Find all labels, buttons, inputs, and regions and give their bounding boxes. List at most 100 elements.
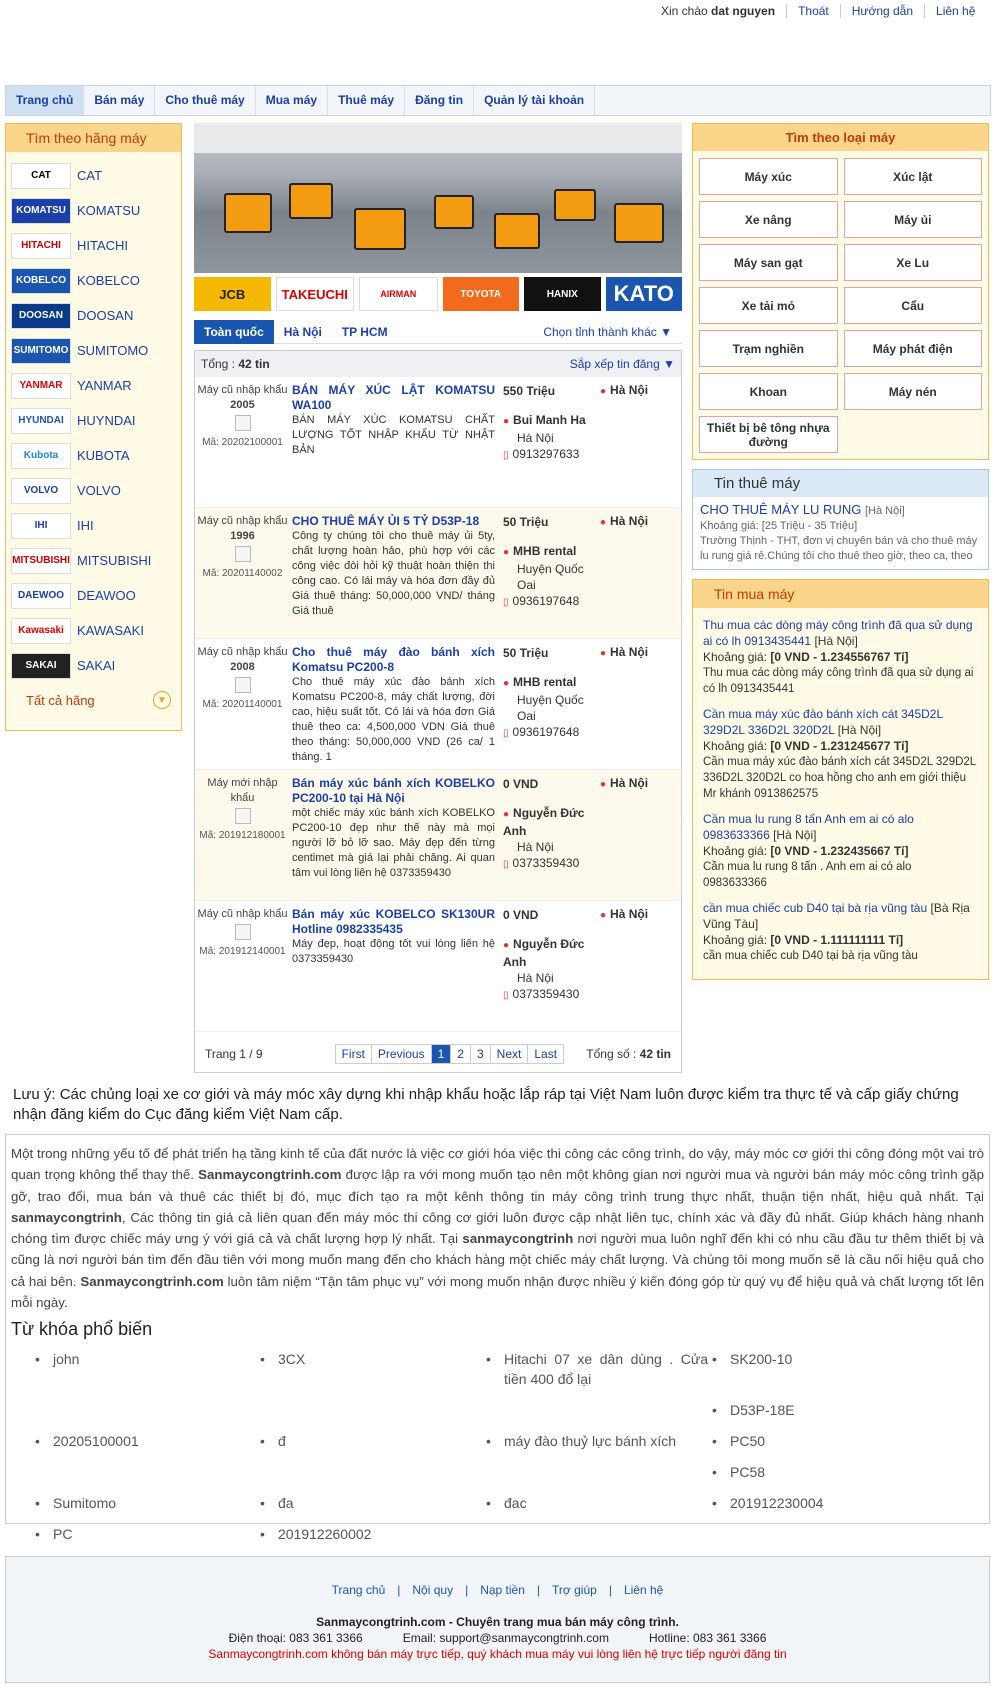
buy-item-link[interactable]: Cần mua máy xúc đào bánh xích cát 345D2L… — [703, 707, 943, 737]
footer-link[interactable]: Liên hệ — [624, 1583, 663, 1597]
city-select[interactable]: Chọn tỉnh thành khác ▼ — [533, 320, 682, 344]
total-summary: Tổng số : 42 tin — [586, 1047, 671, 1061]
footer-link[interactable]: Nạp tiền — [480, 1583, 525, 1597]
toyota-logo[interactable]: TOYOTA — [442, 277, 519, 311]
brand-item-hitachi[interactable]: HITACHI HITACHI — [6, 228, 181, 263]
brand-item-kubota[interactable]: Kubota KUBOTA — [6, 438, 181, 473]
keyword-item[interactable]: 20205100001 — [31, 1427, 256, 1458]
nav-rent[interactable]: Thuê máy — [328, 86, 406, 115]
seller-name-row: ● Bui Manh Ha — [503, 412, 600, 430]
keyword-item[interactable]: PC — [31, 1520, 256, 1551]
brand-item-doosan[interactable]: DOOSAN DOOSAN — [6, 298, 181, 333]
logout-link[interactable]: Thoát — [786, 4, 840, 18]
type-button[interactable]: Xe nâng — [699, 201, 838, 238]
type-button[interactable]: Xúc lật — [843, 158, 982, 195]
sort-select[interactable]: Sắp xếp tin đăng ▼ — [570, 357, 675, 371]
brand-item-huyndai[interactable]: HYUNDAI HUYNDAI — [6, 403, 181, 438]
keyword-item[interactable]: Sumitomo — [31, 1489, 256, 1520]
first-page-button[interactable]: First — [336, 1045, 372, 1063]
footer-link[interactable]: Trợ giúp — [552, 1583, 597, 1597]
about-section: Một trong những yếu tố để phát triển hạ … — [5, 1134, 990, 1544]
type-button[interactable]: Cẩu — [843, 287, 982, 324]
type-button[interactable]: Xe tải mỏ — [699, 287, 838, 324]
type-button[interactable]: Trạm nghiền — [699, 330, 838, 367]
listing-body: CHO THUÊ MÁY ỦI 5 TỶ D53P-18 Công ty chún… — [290, 514, 495, 638]
brand-item-mitsubishi[interactable]: MITSUBISHI MITSUBISHI — [6, 543, 181, 578]
rent-item-link[interactable]: CHO THUÊ MÁY LU RUNG — [700, 502, 861, 517]
brand-item-komatsu[interactable]: KOMATSU KOMATSU — [6, 193, 181, 228]
buy-item-link[interactable]: cần mua chiếc cub D40 tại bà rịa vũng tà… — [703, 901, 927, 915]
hanix-logo[interactable]: HANIX — [524, 277, 601, 311]
takeuchi-logo[interactable]: TAKEUCHI — [275, 277, 354, 311]
brand-item-volvo[interactable]: VOLVO VOLVO — [6, 473, 181, 508]
keyword-item[interactable]: PC50 — [708, 1427, 934, 1458]
brand-item-sakai[interactable]: SAKAI SAKAI — [6, 648, 181, 683]
listing-thumbnail[interactable] — [234, 546, 251, 562]
keyword-item[interactable]: D53P-18E — [708, 1396, 934, 1427]
brand-item-kawasaki[interactable]: Kawasaki KAWASAKI — [6, 613, 181, 648]
keyword-item[interactable]: Hitachi 07 xe dân dùng . Cửa tiền 400 đổ… — [482, 1345, 708, 1396]
guide-link[interactable]: Hướng dẫn — [839, 4, 924, 18]
listing-thumbnail[interactable] — [234, 808, 251, 824]
brand-item-ihi[interactable]: IHI IHI — [6, 508, 181, 543]
page-3-button[interactable]: 3 — [471, 1045, 491, 1063]
listing-thumbnail[interactable] — [234, 677, 251, 693]
listing-title-link[interactable]: BÁN MÁY XÚC LẬT KOMATSU WA100 — [292, 383, 495, 413]
type-button[interactable]: Máy phát điện — [843, 330, 982, 367]
keyword-item[interactable]: 201912260002 — [256, 1520, 482, 1551]
page-1-button[interactable]: 1 — [431, 1045, 452, 1063]
contact-link[interactable]: Liên hệ — [924, 4, 986, 18]
type-button[interactable]: Thiết bị bê tông nhựa đường — [699, 416, 838, 453]
nav-home[interactable]: Trang chủ — [6, 86, 85, 115]
type-button[interactable]: Khoan — [699, 373, 838, 410]
tab-nationwide[interactable]: Toàn quốc — [194, 319, 274, 344]
keyword-item[interactable]: SK200-10 — [708, 1345, 934, 1396]
footer-link[interactable]: Nội quy — [412, 1583, 453, 1597]
brand-item-kobelco[interactable]: KOBELCO KOBELCO — [6, 263, 181, 298]
all-brands-link[interactable]: Tất cả hãng ▼ — [26, 691, 171, 709]
listing-body: BÁN MÁY XÚC LẬT KOMATSU WA100 BÁN MÁY XÚC… — [290, 383, 495, 507]
listing-title-link[interactable]: Bán máy xúc KOBELCO SK130UR Hotline 0982… — [292, 907, 495, 937]
nav-buy[interactable]: Mua máy — [256, 86, 329, 115]
type-button[interactable]: Máy xúc — [699, 158, 838, 195]
keyword-item[interactable]: máy đào thuỷ lực bánh xích — [482, 1427, 708, 1458]
type-button[interactable]: Xe Lu — [843, 244, 982, 281]
nav-account[interactable]: Quản lý tài khoản — [474, 86, 596, 115]
airman-logo[interactable]: AIRMAN — [359, 277, 438, 311]
listing-thumbnail[interactable] — [234, 415, 251, 431]
last-page-button[interactable]: Last — [528, 1045, 563, 1063]
keyword-item[interactable]: PC58 — [708, 1458, 934, 1489]
keyword-item[interactable]: đa — [256, 1489, 482, 1520]
buy-item: cần mua chiếc cub D40 tại bà rịa vũng tà… — [703, 900, 978, 964]
type-button[interactable]: Máy ủi — [843, 201, 982, 238]
brand-item-sumitomo[interactable]: SUMITOMO SUMITOMO — [6, 333, 181, 368]
seller-name: Bui Manh Ha — [513, 413, 586, 427]
previous-page-button[interactable]: Previous — [372, 1045, 432, 1063]
next-page-button[interactable]: Next — [491, 1045, 529, 1063]
tab-hcm[interactable]: TP HCM — [332, 320, 398, 344]
nav-post[interactable]: Đăng tin — [405, 86, 475, 115]
nav-rent-out[interactable]: Cho thuê máy — [155, 86, 256, 115]
listing-title-link[interactable]: Cho thuê máy đào bánh xích Komatsu PC200… — [292, 645, 495, 675]
footer-link[interactable]: Trang chủ — [332, 1583, 386, 1597]
brand-item-yanmar[interactable]: YANMAR YANMAR — [6, 368, 181, 403]
seller-phone: 0373359430 — [512, 856, 580, 870]
keyword-item[interactable]: 201912230004 — [708, 1489, 934, 1520]
keyword-item[interactable]: đ — [256, 1427, 482, 1458]
brand-item-deawoo[interactable]: DAEWOO DEAWOO — [6, 578, 181, 613]
tab-hanoi[interactable]: Hà Nội — [274, 320, 332, 344]
listing-title-link[interactable]: CHO THUÊ MÁY ỦI 5 TỶ D53P-18 — [292, 514, 495, 529]
jcb-logo[interactable]: JCB — [194, 277, 271, 311]
type-button[interactable]: Máy san gạt — [699, 244, 838, 281]
page-2-button[interactable]: 2 — [451, 1045, 471, 1063]
keyword-item[interactable]: 3CX — [256, 1345, 482, 1396]
buy-item-desc: cần mua chiếc cub D40 tại bà rịa vũng tà… — [703, 950, 918, 962]
keyword-item[interactable]: john — [31, 1345, 256, 1396]
nav-sell[interactable]: Bán máy — [84, 86, 156, 115]
type-button[interactable]: Máy nén — [843, 373, 982, 410]
brand-item-cat[interactable]: CAT CAT — [6, 158, 181, 193]
keyword-item[interactable]: đac — [482, 1489, 708, 1520]
listing-title-link[interactable]: Bán máy xúc bánh xích KOBELKO PC200-10 t… — [292, 776, 495, 806]
kato-logo[interactable]: KATO — [605, 277, 682, 311]
listing-thumbnail[interactable] — [234, 924, 251, 940]
